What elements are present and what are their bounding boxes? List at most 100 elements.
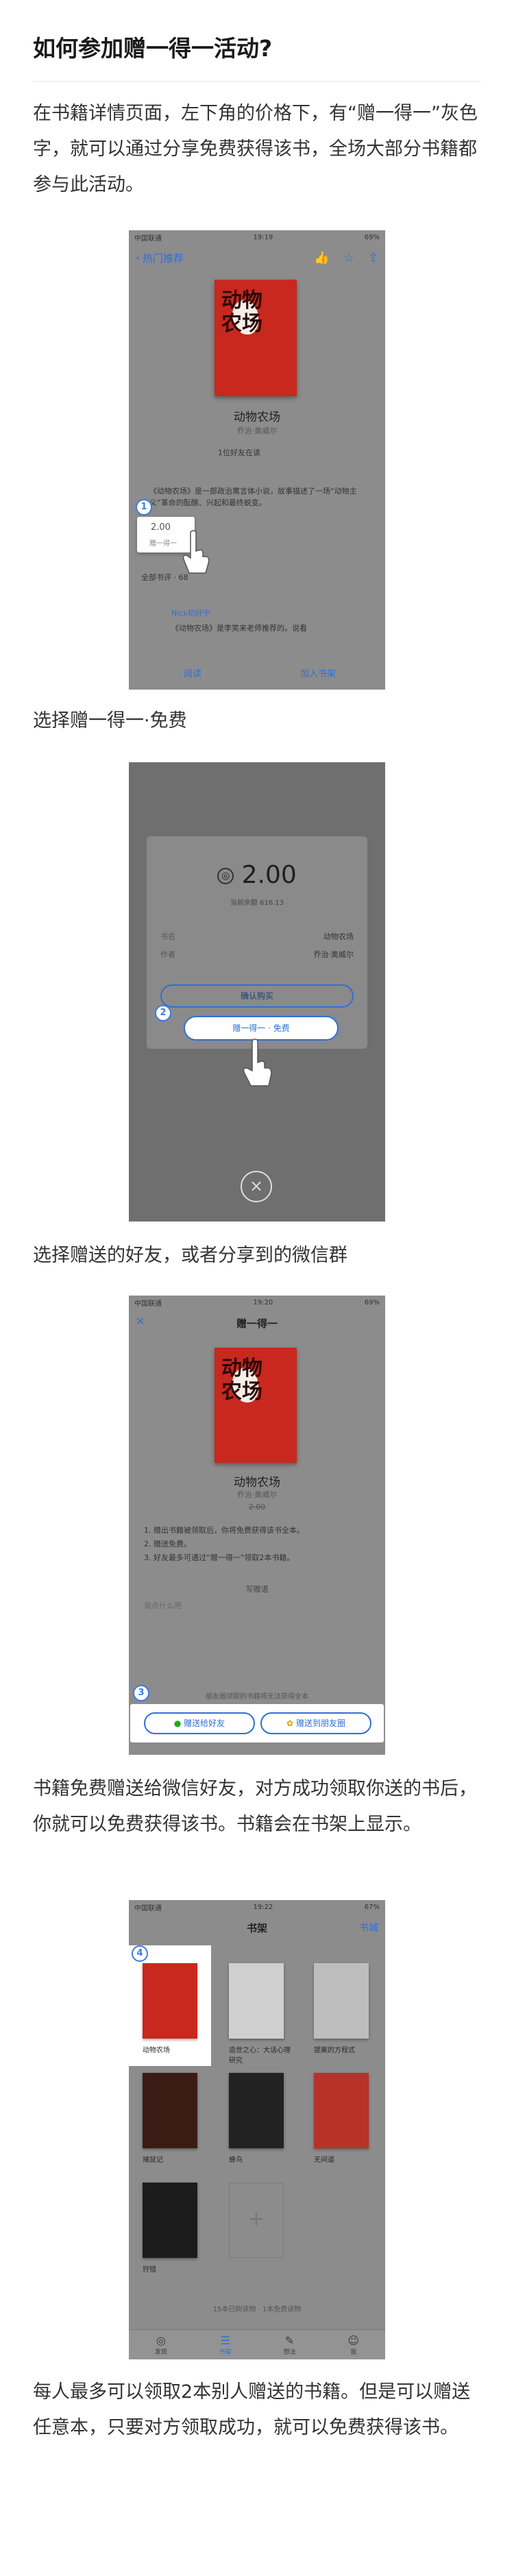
bookstore-link[interactable]: 书城 bbox=[359, 1921, 378, 1934]
tab-shelf-label: 书架 bbox=[219, 2348, 232, 2356]
book-cover: 动物农场 bbox=[215, 280, 297, 396]
book-author: 乔治·奥威尔 bbox=[236, 426, 278, 435]
comments-label[interactable]: 全部书评 · 68 bbox=[141, 572, 188, 583]
title-divider bbox=[33, 81, 481, 82]
book-cover: 动物农场 bbox=[215, 1348, 297, 1463]
dialog-row1-value: 动物农场 bbox=[323, 932, 354, 941]
shelf-book-1-label: 动物农场 bbox=[143, 2047, 170, 2054]
paragraph-1: 在书籍详情页面，左下角的价格下，有“赠一得一”灰色字，就可以通过分享免费获得该书… bbox=[33, 103, 478, 195]
tab-discover[interactable]: ◎ 发现 bbox=[155, 2334, 167, 2356]
shelf-book-1[interactable] bbox=[143, 1963, 197, 2039]
tap-hand-icon bbox=[243, 1038, 272, 1086]
read-button[interactable]: 阅读 bbox=[184, 666, 201, 679]
nav-title: 赠一得一 bbox=[236, 1317, 278, 1330]
tab-shelf[interactable]: ☰ 书架 bbox=[219, 2334, 232, 2356]
status-bar: 中国联通 19:22 67% bbox=[129, 1900, 385, 1914]
screenshot-purchase-dialog: ◎ 2.00 当前余额 616.13 书名 动物农场 作者 乔治·奥威尔 确认购… bbox=[129, 762, 385, 1222]
close-dialog-button[interactable]: × bbox=[241, 1171, 272, 1202]
status-bar: 中国联通 19:20 69% bbox=[129, 1296, 385, 1309]
moments-icon: ✿ bbox=[286, 1718, 294, 1728]
gift-to-moments-button[interactable]: ✿ 赠送到朋友圈 bbox=[260, 1712, 371, 1734]
share-hint: 朋友圈领取的书籍将无法获得全本 bbox=[206, 1693, 308, 1701]
wechat-icon: ● bbox=[173, 1718, 182, 1728]
shelf-book-3-label: 提案的方程式 bbox=[314, 2047, 355, 2054]
dialog-price-value: 2.00 bbox=[241, 861, 297, 889]
purchase-dialog: ◎ 2.00 当前余额 616.13 书名 动物农场 作者 乔治·奥威尔 确认购… bbox=[147, 836, 367, 1049]
cover-title: 动物农场 bbox=[221, 289, 262, 336]
gift-to-friend-label: 赠送给好友 bbox=[184, 1718, 225, 1728]
nav-title: 书架 bbox=[246, 1922, 267, 1934]
gift-to-friend-button[interactable]: ● 赠送给好友 bbox=[144, 1712, 255, 1734]
tab-discover-label: 发现 bbox=[154, 2348, 167, 2356]
paragraph-5: 每人最多可以领取2本别人赠送的书籍。但是可以赠送任意本，只要对方领取成功，就可以… bbox=[33, 2381, 471, 2438]
shelf-book-6-label: 无间道 bbox=[314, 2156, 334, 2164]
tab-me-label: 我 bbox=[350, 2348, 357, 2356]
tab-ideas[interactable]: ✎ 想法 bbox=[284, 2334, 296, 2356]
add-book-button[interactable]: + bbox=[229, 2183, 284, 2258]
paragraph-3: 选择赠送的好友，或者分享到的微信群 bbox=[33, 1245, 347, 1266]
back-icon[interactable]: ‹ bbox=[136, 252, 140, 264]
step-marker: 3 bbox=[133, 1685, 149, 1701]
shelf-book-6[interactable] bbox=[314, 2073, 369, 2148]
status-carrier: 中国联通 bbox=[134, 1300, 162, 1308]
share-icon[interactable]: ⇪ bbox=[368, 251, 378, 265]
add-to-shelf-button[interactable]: 加入书架 bbox=[300, 666, 336, 679]
cover-title: 动物农场 bbox=[221, 1357, 262, 1404]
status-time: 19:19 bbox=[253, 233, 273, 241]
confirm-purchase-button[interactable]: 确认购买 bbox=[160, 984, 354, 1008]
coin-icon: ◎ bbox=[217, 868, 234, 884]
old-price: 2.00 bbox=[248, 1503, 266, 1511]
star-icon[interactable]: ☆ bbox=[343, 251, 354, 265]
share-panel: ● 赠送给好友 ✿ 赠送到朋友圈 bbox=[130, 1704, 384, 1742]
shelf-book-5-label: 蜂鸟 bbox=[229, 2156, 243, 2164]
book-author: 乔治·奥威尔 bbox=[236, 1490, 278, 1499]
tab-ideas-label: 想法 bbox=[283, 2348, 296, 2356]
reviewer-name[interactable]: Nick初好宁 bbox=[171, 607, 210, 618]
shelf-book-4[interactable] bbox=[143, 2073, 197, 2148]
tab-me[interactable]: ☺ 我 bbox=[347, 2334, 359, 2356]
rule-1: 1. 赠出书籍被领取后，你将免费获得该书全本。 bbox=[144, 1526, 304, 1535]
gift-free-button[interactable]: 赠一得一 · 免费 bbox=[184, 1016, 339, 1041]
dialog-balance: 当前余额 616.13 bbox=[230, 899, 284, 907]
dialog-row2-label: 作者 bbox=[160, 950, 175, 959]
note-title: 写赠语 bbox=[245, 1585, 269, 1594]
book-name: 动物农场 bbox=[234, 411, 280, 424]
status-bar: 中国联通 19:19 69% bbox=[129, 230, 385, 244]
nav-bar: ‹ 热门推荐 👍 ☆ ⇪ bbox=[129, 244, 385, 271]
price-value: 2.00 bbox=[151, 522, 171, 533]
shelf-book-7[interactable] bbox=[143, 2183, 197, 2258]
dialog-row1-label: 书名 bbox=[160, 932, 175, 941]
paragraph-4: 书籍免费赠送给微信好友，对方成功领取你送的书后，你就可以免费获得该书。书籍会在书… bbox=[33, 1778, 477, 1835]
shelf-footer: 15本已购读物 · 1本免费读物 bbox=[212, 2306, 302, 2313]
screenshot-book-detail: 中国联通 19:19 69% ‹ 热门推荐 👍 ☆ ⇪ 动物农场 动物农场 乔治… bbox=[129, 230, 385, 690]
status-carrier: 中国联通 bbox=[134, 234, 162, 243]
dialog-price: ◎ 2.00 bbox=[147, 861, 367, 889]
book-intro: 《动物农场》是一部政治寓言体小说，故事描述了一场“动物主义”革命的酝酿、兴起和最… bbox=[149, 487, 357, 507]
rule-3: 3. 好友最多可通过“赠一得一”领取2本书籍。 bbox=[144, 1553, 295, 1562]
shelf-book-3[interactable] bbox=[314, 1963, 369, 2039]
status-battery: 69% bbox=[364, 1298, 380, 1307]
gift-label[interactable]: 赠一得一 bbox=[149, 537, 177, 548]
friends-reading[interactable]: 1位好友在读 bbox=[218, 447, 260, 458]
step-marker: 4 bbox=[132, 1945, 148, 1962]
step-marker: 1 bbox=[136, 499, 152, 515]
paragraph-2: 选择赠一得一·免费 bbox=[33, 710, 187, 731]
review-text: 《动物农场》是李笑来老师推荐的。说看 bbox=[171, 624, 307, 633]
shelf-book-2[interactable] bbox=[229, 1963, 284, 2039]
tab-bar: ◎ 发现 ☰ 书架 ✎ 想法 ☺ 我 bbox=[129, 2329, 385, 2359]
status-battery: 69% bbox=[364, 233, 380, 241]
note-input[interactable]: 说点什么吧 bbox=[144, 1600, 182, 1611]
shelf-book-2-label: 造世之心：大话心理研究 bbox=[229, 2047, 291, 2065]
article-title: 如何参加赠一得一活动? bbox=[33, 35, 273, 62]
status-time: 19:20 bbox=[253, 1298, 273, 1307]
shelf-book-5[interactable] bbox=[229, 2073, 284, 2148]
status-time: 19:22 bbox=[253, 1903, 273, 1911]
screenshot-bookshelf: 中国联通 19:22 67% 书架 书城 4 动物农场 造世之心：大话心理研究 … bbox=[129, 1900, 385, 2359]
status-battery: 67% bbox=[364, 1903, 380, 1911]
status-carrier: 中国联通 bbox=[134, 1904, 162, 1912]
dialog-row2-value: 乔治·奥威尔 bbox=[313, 950, 354, 959]
nav-back-label[interactable]: 热门推荐 bbox=[143, 251, 184, 265]
shelf-book-7-label: 狩猎 bbox=[143, 2266, 156, 2274]
thumbs-up-icon[interactable]: 👍 bbox=[314, 251, 329, 265]
shelf-book-4-label: 捕鼠记 bbox=[143, 2156, 163, 2164]
